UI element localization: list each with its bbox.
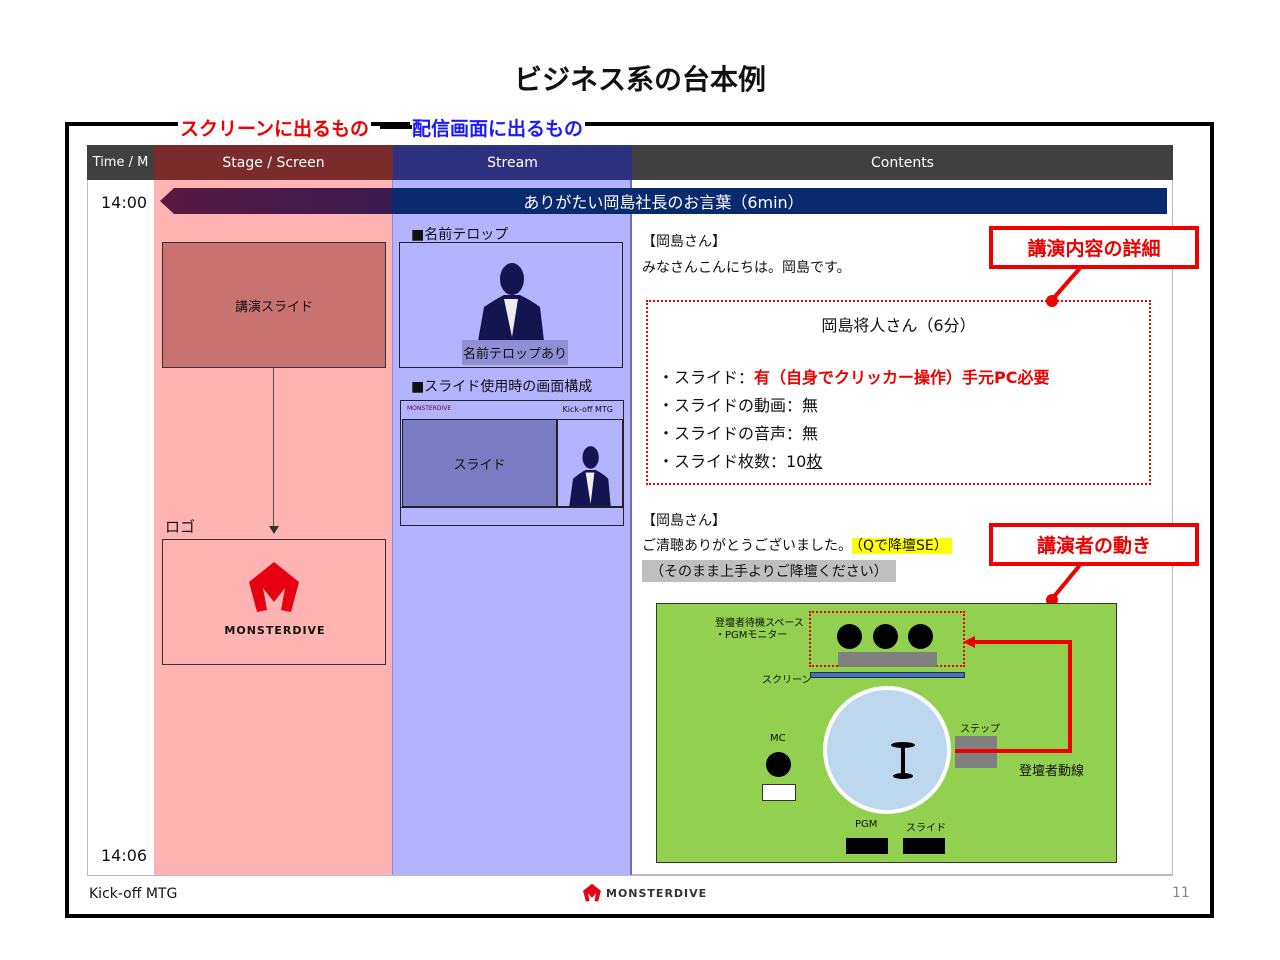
slide-layout-preview: MONSTERDIVE Kick-off MTG スライド [400, 400, 624, 526]
mini-slide: スライド [402, 419, 557, 507]
monsterdive-logo-icon [247, 560, 301, 616]
header-time: Time / M [87, 145, 154, 180]
time-start: 14:00 [101, 193, 148, 212]
detail-slide-label: ・スライド： [658, 368, 755, 387]
map-screen-label: スクリーン [762, 675, 812, 686]
map-screen [810, 672, 965, 678]
slide-monitor-floor [903, 838, 945, 854]
person-silhouette-icon [568, 442, 612, 512]
mc-desk [762, 784, 796, 801]
waiting-seat-icon [837, 624, 862, 649]
stage-map: 登壇者待機スペース ・PGMモニター スクリーン ステップ 登壇者動線 MC PG… [656, 603, 1117, 863]
map-waiting-label: 登壇者待機スペース ・PGMモニター [715, 618, 804, 641]
waiting-seat-icon [908, 624, 933, 649]
logo-text: MONSTERDIVE [224, 624, 326, 637]
logo-box: MONSTERDIVE [162, 539, 386, 665]
script-line-2: ご清聴ありがとうございました。 （Qで降壇SE） [642, 533, 952, 559]
map-mc-label: MC [770, 733, 786, 744]
mc-icon [766, 752, 791, 777]
slide-layout-title: ■スライド使用時の画面構成 [411, 379, 593, 395]
label-stream: 配信画面に出るもの [410, 114, 586, 141]
banner-text: ありがたい岡島社長のお言葉（6min） [523, 193, 804, 212]
callout-detail: 講演内容の詳細 [989, 226, 1199, 269]
waiting-seat-icon [873, 624, 898, 649]
detail-slide-value: 有（自身でクリッカー操作）手元PC必要 [754, 368, 1050, 387]
header-contents: Contents [632, 145, 1173, 180]
map-slide-label: スライド [906, 823, 946, 834]
detail-audio: ・スライドの音声：無 [658, 424, 819, 443]
lecture-slide-label: 講演スライド [234, 299, 313, 315]
sound-cue: （Qで降壇SE） [852, 538, 952, 554]
detail-count-unit: 枚 [806, 452, 823, 471]
header-stream: Stream [393, 145, 632, 180]
podium-icon [890, 741, 916, 785]
detail-count: ・スライド枚数：10 [658, 452, 807, 471]
person-silhouette-icon [476, 259, 546, 345]
segment-banner: ありがたい岡島社長のお言葉（6min） [160, 188, 1167, 214]
time-end: 14:06 [101, 846, 148, 865]
monsterdive-logo-icon [583, 883, 601, 902]
footer-title: Kick-off MTG [89, 886, 178, 902]
detail-box: 岡島将人さん（6分） ・スライド：有（自身でクリッカー操作）手元PC必要 ・スラ… [646, 300, 1151, 485]
script-line-2-text: ご清聴ありがとうございました。 [642, 538, 852, 554]
map-pgm-label: PGM [855, 819, 878, 830]
lecture-slide-box: 講演スライド [162, 242, 386, 368]
route-label: 登壇者動線 [1019, 764, 1085, 779]
telop-bar: 名前テロップあり [462, 340, 568, 365]
mini-camera [557, 419, 623, 507]
detail-title: 岡島将人さん（6分） [821, 316, 976, 335]
script-line-1: みなさんこんにちは。岡島です。 [642, 260, 851, 276]
mini-logo: MONSTERDIVE [407, 405, 452, 412]
telop-preview: 名前テロップあり [399, 242, 623, 368]
pgm-monitor-floor [846, 838, 888, 854]
footer-logo-text: MONSTERDIVE [606, 886, 708, 900]
speaker-1: 【岡島さん】 [642, 234, 726, 250]
main-stage [823, 686, 951, 814]
page-number: 11 [1172, 885, 1190, 901]
mini-title: Kick-off MTG [562, 405, 613, 414]
pgm-monitor [838, 652, 937, 667]
stage-direction: （そのまま上手よりご降壇ください） [642, 560, 896, 582]
label-screen: スクリーンに出るもの [178, 114, 372, 141]
header-stage: Stage / Screen [154, 145, 393, 180]
logo-label: ロゴ [165, 518, 196, 536]
speaker-2: 【岡島さん】 [642, 513, 726, 529]
detail-video: ・スライドの動画：無 [658, 396, 819, 415]
callout-movement: 講演者の動き [989, 523, 1199, 566]
time-column [87, 145, 154, 875]
telop-section-title: ■名前テロップ [411, 227, 509, 243]
page-title: ビジネス系の台本例 [513, 63, 766, 96]
footer-logo: MONSTERDIVE [582, 883, 707, 903]
